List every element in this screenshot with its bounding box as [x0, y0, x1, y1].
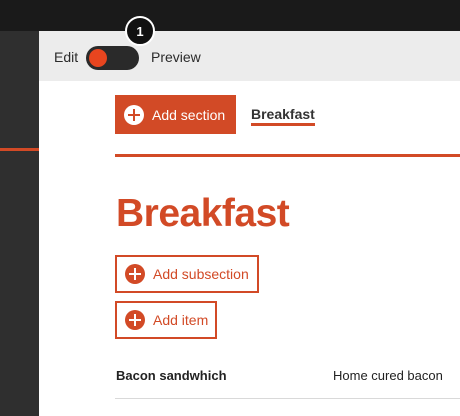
section-divider — [115, 154, 460, 157]
add-item-label: Add item — [153, 312, 209, 328]
add-subsection-button[interactable]: Add subsection — [115, 255, 259, 293]
plus-circle-icon — [125, 264, 145, 284]
section-title: Breakfast — [116, 192, 290, 235]
step-number-badge: 1 — [125, 16, 155, 46]
plus-circle-icon — [125, 310, 145, 330]
add-section-button[interactable]: Add section — [115, 95, 236, 134]
add-item-button[interactable]: Add item — [115, 301, 217, 339]
menu-item-name[interactable]: Bacon sandwhich — [116, 368, 227, 383]
preview-mode-label[interactable]: Preview — [151, 49, 201, 65]
edit-mode-label[interactable]: Edit — [54, 49, 78, 65]
sidebar — [0, 31, 39, 416]
plus-circle-icon — [124, 104, 144, 125]
sidebar-active-indicator — [0, 148, 39, 151]
toggle-knob — [89, 49, 107, 67]
top-bar — [0, 0, 460, 31]
add-subsection-label: Add subsection — [153, 266, 249, 282]
menu-item-description[interactable]: Home cured bacon — [333, 368, 443, 383]
edit-preview-toggle[interactable] — [86, 46, 139, 70]
add-section-label: Add section — [152, 106, 226, 123]
row-divider — [115, 398, 460, 399]
tab-breakfast[interactable]: Breakfast — [251, 106, 315, 126]
